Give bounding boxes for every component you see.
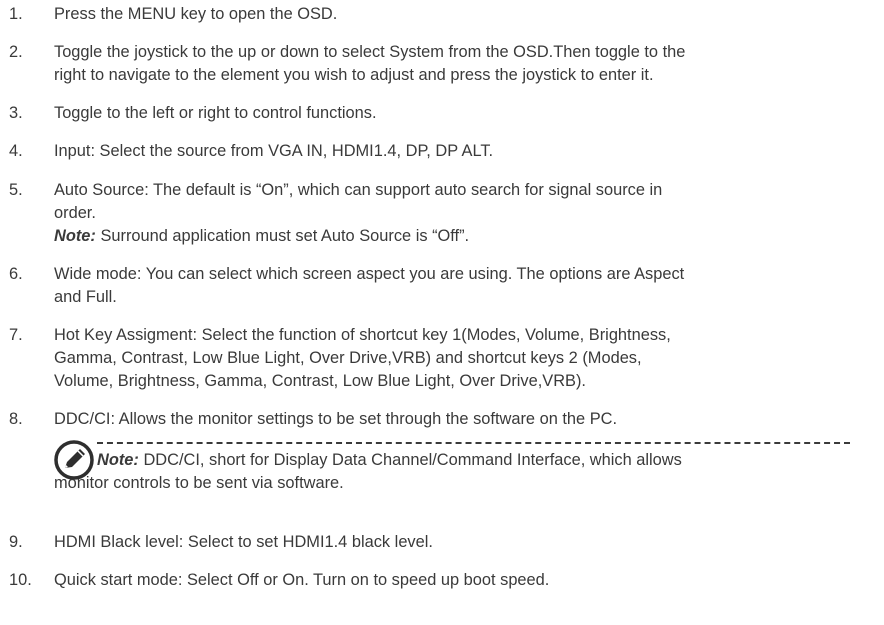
note-label: Note: — [54, 227, 96, 245]
item-number: 4. — [9, 142, 23, 160]
note-text-line: monitor controls to be sent via software… — [54, 474, 344, 492]
item-number: 7. — [9, 326, 23, 344]
item-text-line: Wide mode: You can select which screen a… — [54, 265, 685, 283]
document-page: 1. Press the MENU key to open the OSD. 2… — [0, 0, 884, 625]
item-number: 10. — [9, 571, 32, 589]
item-text-line: and Full. — [54, 288, 117, 306]
item-text-line: order. — [54, 204, 96, 222]
item-number: 6. — [9, 265, 23, 283]
item-number: 2. — [9, 43, 23, 61]
item-note: Note: Surround application must set Auto… — [54, 225, 854, 248]
item-note: Note: DDC/CI, short for Display Data Cha… — [97, 449, 857, 472]
item-text: Toggle the joystick to the up or down to… — [54, 41, 854, 87]
item-number: 1. — [9, 5, 23, 23]
item-text-line: Volume, Brightness, Gamma, Contrast, Low… — [54, 372, 586, 390]
item-number: 8. — [9, 410, 23, 428]
item-number: 5. — [9, 181, 23, 199]
item-text: Hot Key Assigment: Select the function o… — [54, 324, 854, 393]
item-text: Auto Source: The default is “On”, which … — [54, 179, 854, 248]
item-number: 3. — [9, 104, 23, 122]
item-text-line: Gamma, Contrast, Low Blue Light, Over Dr… — [54, 349, 642, 367]
item-number: 9. — [9, 533, 23, 551]
item-text-line: right to navigate to the element you wis… — [54, 66, 654, 84]
item-text: HDMI Black level: Select to set HDMI1.4 … — [54, 533, 433, 551]
item-text: Wide mode: You can select which screen a… — [54, 263, 854, 309]
item-text: DDC/CI: Allows the monitor settings to b… — [54, 410, 618, 428]
item-text: Input: Select the source from VGA IN, HD… — [54, 142, 494, 160]
item-text: Toggle to the left or right to control f… — [54, 104, 377, 122]
note-label: Note: — [97, 451, 139, 469]
note-text: Surround application must set Auto Sourc… — [95, 227, 470, 245]
item-text-line: Hot Key Assigment: Select the function o… — [54, 326, 671, 344]
item-text-line: Auto Source: The default is “On”, which … — [54, 181, 663, 199]
item-text: Quick start mode: Select Off or On. Turn… — [54, 571, 550, 589]
note-divider — [97, 442, 850, 444]
note-text: DDC/CI, short for Display Data Channel/C… — [138, 451, 682, 469]
item-text: Press the MENU key to open the OSD. — [54, 5, 338, 23]
item-text-line: Toggle the joystick to the up or down to… — [54, 43, 686, 61]
